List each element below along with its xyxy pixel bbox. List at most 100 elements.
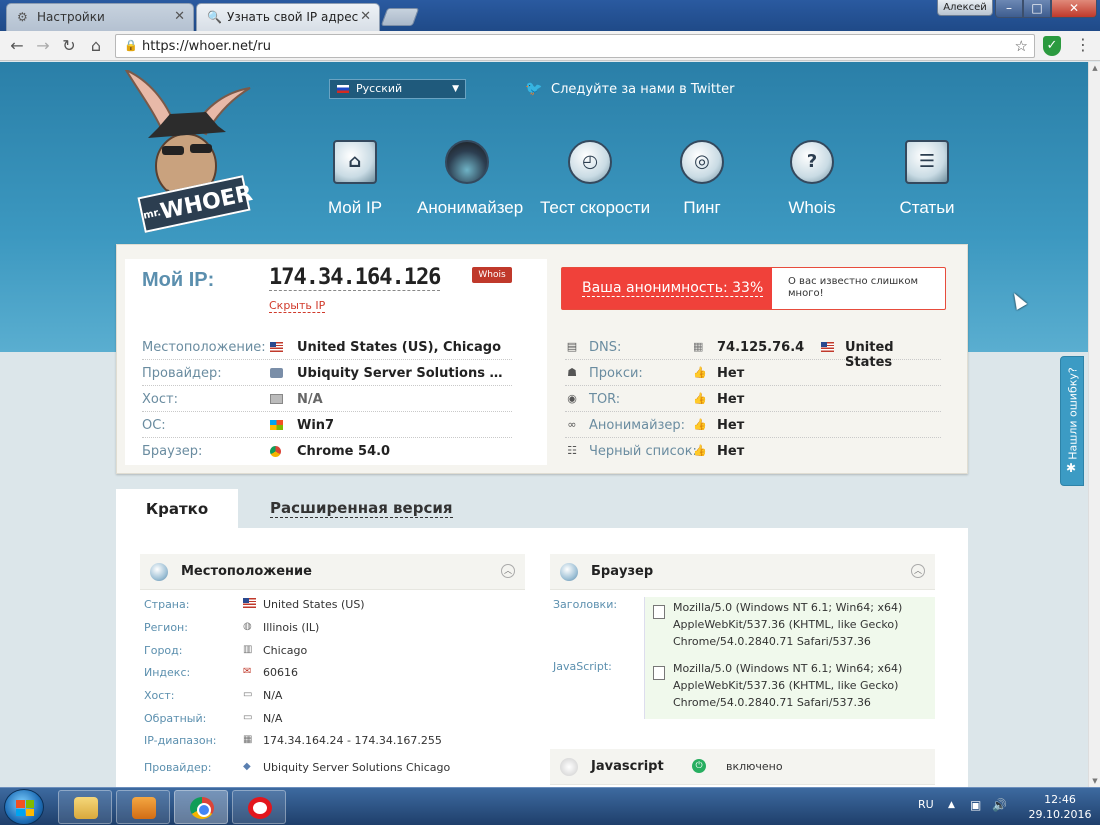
windows-icon: [270, 420, 283, 430]
start-button[interactable]: [4, 789, 44, 825]
row-value: United States (US), Chicago: [297, 340, 502, 355]
anonymity-note: О вас известно слишком много!: [788, 276, 919, 299]
taskbar-media-player[interactable]: [116, 790, 170, 824]
ip-address[interactable]: 174.34.164.126: [269, 265, 441, 291]
blacklist-icon: ☷: [567, 444, 577, 457]
nav-label: Статьи: [899, 198, 955, 217]
chrome-icon: [190, 797, 214, 819]
language-select[interactable]: Русский ▼: [329, 79, 466, 99]
js-status: включено: [726, 760, 783, 773]
close-tab-icon[interactable]: ✕: [174, 4, 185, 30]
collapse-icon[interactable]: ︿: [501, 564, 515, 578]
back-button[interactable]: ←: [6, 35, 28, 57]
server-icon: ▦: [693, 340, 704, 353]
reload-button[interactable]: ↻: [58, 35, 80, 57]
tab-whoer[interactable]: 🔍 Узнать свой IP адрес ✕: [196, 3, 380, 31]
spy-hat-icon: [445, 140, 489, 184]
ip-row-provider: Провайдер: Ubiquity Server Solutions Chi…: [142, 360, 512, 386]
tab-title: Узнать свой IP адрес: [227, 10, 359, 24]
scroll-down-arrow-icon[interactable]: ▼: [1089, 777, 1100, 785]
clock-date: 29.10.2016: [1028, 808, 1092, 821]
row-value: N/A: [297, 392, 323, 407]
thumbs-up-icon: 👍: [693, 444, 707, 457]
clock[interactable]: 12:46 29.10.2016: [1028, 792, 1092, 822]
question-icon: ?: [790, 140, 834, 184]
detail-value: 60616: [263, 666, 298, 679]
check-row-proxy: ☗ Прокси: 👍 Нет: [565, 360, 941, 386]
js-value: Mozilla/5.0 (Windows NT 6.1; Win64; x64)…: [673, 662, 903, 709]
network-icon[interactable]: ▣: [970, 798, 981, 812]
us-flag-icon: [270, 342, 283, 352]
tab-extended[interactable]: Расширенная версия: [270, 499, 453, 518]
row-label: Анонимайзер:: [589, 418, 686, 433]
nav-speed-test[interactable]: ◴ Тест скорости: [540, 140, 651, 218]
detail-label: Хост:: [144, 689, 175, 702]
lock-icon: 🔒: [124, 39, 138, 52]
host-icon: ▭: [243, 712, 253, 723]
browser-section-header: Браузер ︿: [550, 554, 935, 590]
detail-label: Провайдер:: [144, 761, 212, 774]
map-pin-icon: [150, 563, 168, 581]
windows-taskbar: RU ▲ ▣ 🔊 12:46 29.10.2016: [0, 787, 1100, 825]
speedometer-icon: ◴: [568, 140, 612, 184]
check-row-blacklist: ☷ Черный список: 👍 Нет: [565, 438, 941, 464]
nav-ping[interactable]: ◎ Пинг: [652, 140, 752, 218]
tab-settings[interactable]: ⚙ Настройки ✕: [6, 3, 194, 31]
detail-value: N/A: [263, 689, 283, 702]
maximize-button[interactable]: □: [1023, 0, 1051, 18]
building-icon: ▥: [243, 644, 253, 655]
close-tab-icon[interactable]: ✕: [360, 4, 371, 30]
glasses-icon: ∞: [567, 418, 577, 431]
forward-button[interactable]: →: [32, 35, 54, 57]
nav-my-ip[interactable]: ⌂ Мой IP: [305, 140, 405, 218]
language-indicator[interactable]: RU: [918, 798, 934, 811]
report-error-tab[interactable]: Нашли ошибку? ✱: [1060, 356, 1084, 486]
bug-icon: ✱: [1066, 461, 1077, 475]
row-value: Нет: [717, 444, 745, 459]
media-player-icon: [132, 797, 156, 819]
star-icon[interactable]: ☆: [1015, 37, 1028, 55]
row-label: Прокси:: [589, 366, 643, 381]
taskbar-opera[interactable]: [232, 790, 286, 824]
nav-whois[interactable]: ? Whois: [762, 140, 862, 218]
tor-icon: ◉: [567, 392, 577, 405]
anonymity-label[interactable]: Ваша анонимность: 33%: [582, 280, 764, 297]
menu-icon[interactable]: ⋮: [1074, 35, 1092, 54]
language-label: Русский: [356, 82, 403, 95]
taskbar-chrome[interactable]: [174, 790, 228, 824]
row-label: TOR:: [589, 392, 621, 407]
detail-row: Регион: ◍ Illinois (IL): [144, 618, 504, 638]
nav-label: Пинг: [683, 198, 721, 217]
detail-row: Обратный: ▭ N/A: [144, 709, 504, 729]
taskbar-explorer[interactable]: [58, 790, 112, 824]
row-value: Нет: [717, 366, 745, 381]
clock-time: 12:46: [1044, 793, 1076, 806]
headers-label: Заголовки:: [553, 598, 618, 611]
my-ip-label: Мой IP:: [142, 269, 215, 291]
row-label: DNS:: [589, 340, 622, 355]
proxy-icon: ☗: [567, 366, 577, 379]
nav-anonymizer[interactable]: Анонимайзер: [417, 140, 523, 218]
new-tab-button[interactable]: [380, 8, 420, 26]
page-content: mr.WHOER Русский ▼ 🐦 Следуйте за нами в …: [0, 62, 1088, 787]
home-button[interactable]: ⌂: [85, 35, 107, 57]
close-window-button[interactable]: ✕: [1051, 0, 1097, 18]
page-scrollbar[interactable]: ▲ ▼: [1088, 62, 1100, 787]
minimize-button[interactable]: –: [995, 0, 1023, 18]
url-text[interactable]: https://whoer.net/ru: [142, 39, 271, 54]
row-value: Chrome 54.0: [297, 444, 391, 459]
whois-badge-button[interactable]: Whois: [472, 267, 512, 283]
shield-extension-icon[interactable]: ✓: [1043, 36, 1061, 56]
tab-short[interactable]: Кратко: [116, 489, 238, 529]
nav-label: Тест скорости: [540, 198, 651, 217]
volume-icon[interactable]: 🔊: [992, 798, 1007, 812]
profile-button[interactable]: Алексей: [937, 0, 993, 16]
address-bar[interactable]: 🔒 https://whoer.net/ru ☆: [115, 34, 1035, 58]
tray-expand-icon[interactable]: ▲: [948, 800, 955, 810]
collapse-icon[interactable]: ︿: [911, 564, 925, 578]
row-label: Хост:: [142, 392, 178, 407]
scroll-up-arrow-icon[interactable]: ▲: [1089, 64, 1100, 72]
nav-articles[interactable]: ☰ Статьи: [877, 140, 977, 218]
hide-ip-link[interactable]: Скрыть IP: [269, 299, 326, 313]
detail-label: Индекс:: [144, 666, 191, 679]
